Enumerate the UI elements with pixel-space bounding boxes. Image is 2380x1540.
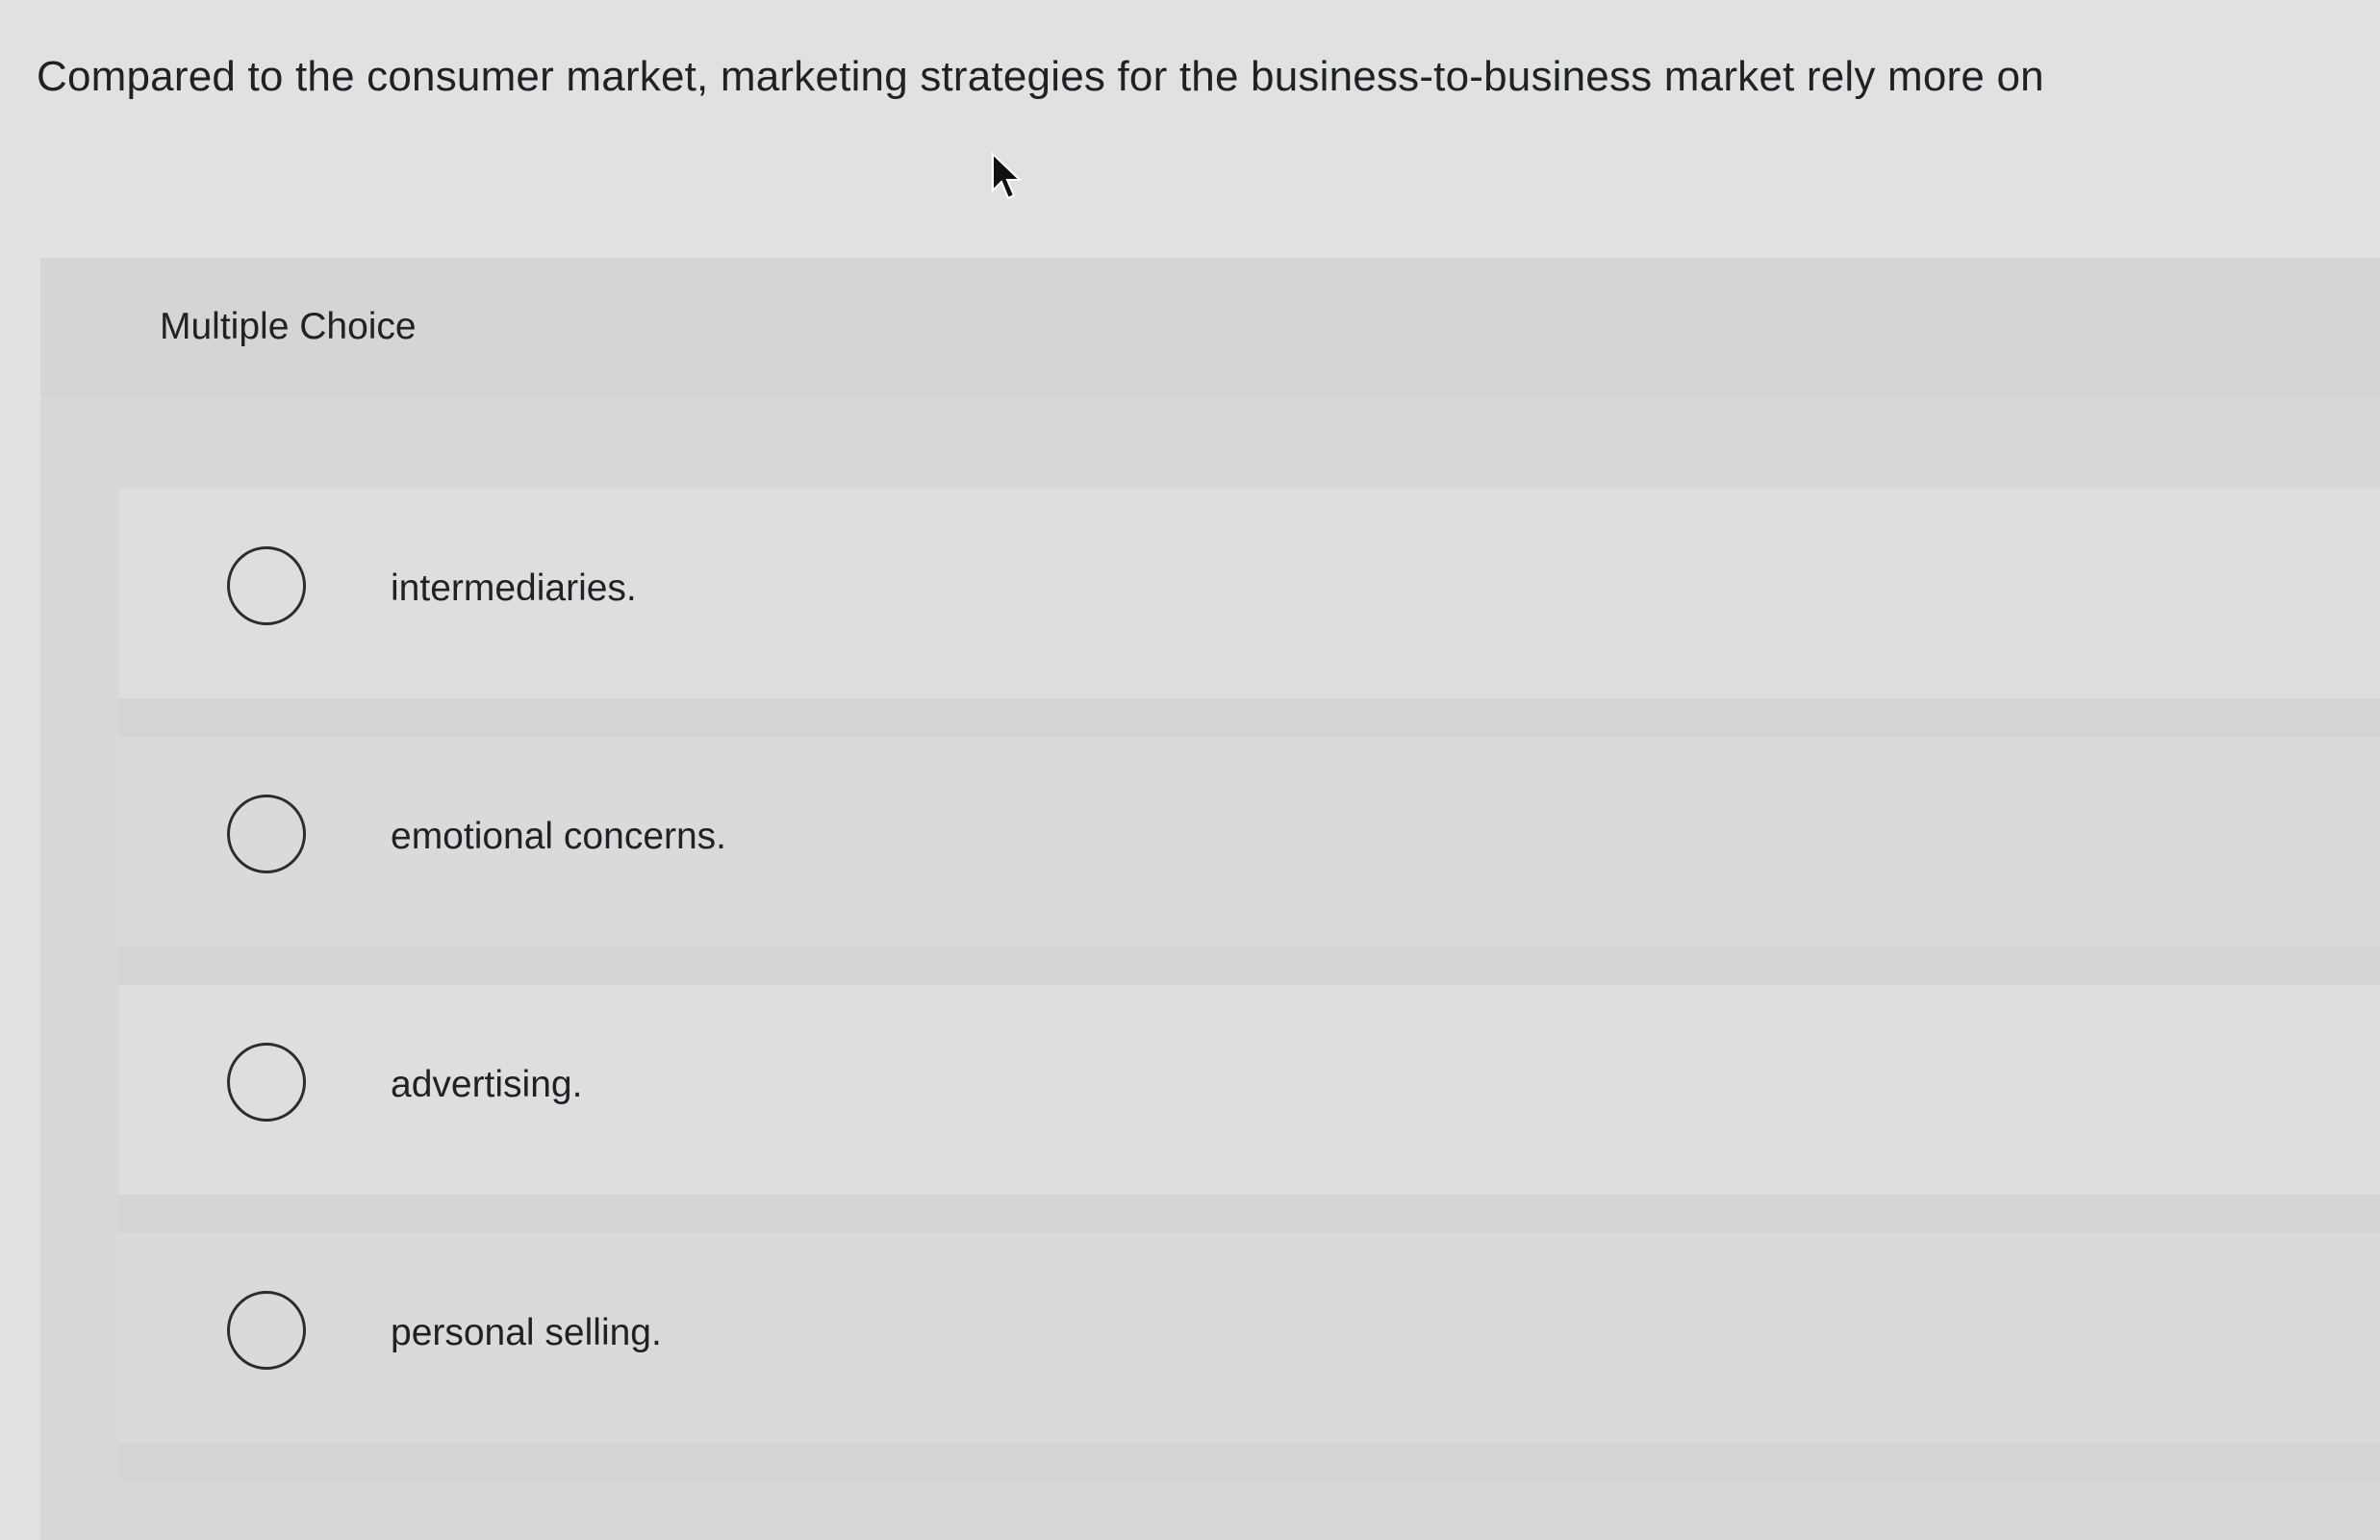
option-label[interactable]: intermediaries. <box>391 564 637 614</box>
mouse-pointer-icon <box>992 152 1023 200</box>
divider <box>119 1195 2380 1233</box>
divider <box>119 1443 2380 1481</box>
answer-panel: Multiple Choice intermediaries. emotiona… <box>40 258 2380 1540</box>
option-personal-selling[interactable]: personal selling. <box>119 1233 2380 1481</box>
question-type-label: Multiple Choice <box>160 306 417 347</box>
option-intermediaries[interactable]: intermediaries. <box>119 489 2380 737</box>
option-label[interactable]: advertising. <box>391 1060 582 1110</box>
radio-unselected-icon[interactable] <box>227 1291 306 1370</box>
divider <box>119 698 2380 737</box>
radio-unselected-icon[interactable] <box>227 1043 306 1122</box>
divider <box>119 947 2380 985</box>
radio-unselected-icon[interactable] <box>227 546 306 625</box>
panel-header: Multiple Choice <box>40 258 2380 397</box>
question-text: Compared to the consumer market, marketi… <box>37 53 2044 100</box>
radio-unselected-icon[interactable] <box>227 795 306 873</box>
options-list: intermediaries. emotional concerns. adve… <box>119 489 2380 1481</box>
option-label[interactable]: emotional concerns. <box>391 812 726 862</box>
option-label[interactable]: personal selling. <box>391 1308 662 1358</box>
option-emotional-concerns[interactable]: emotional concerns. <box>119 737 2380 985</box>
option-advertising[interactable]: advertising. <box>119 985 2380 1233</box>
